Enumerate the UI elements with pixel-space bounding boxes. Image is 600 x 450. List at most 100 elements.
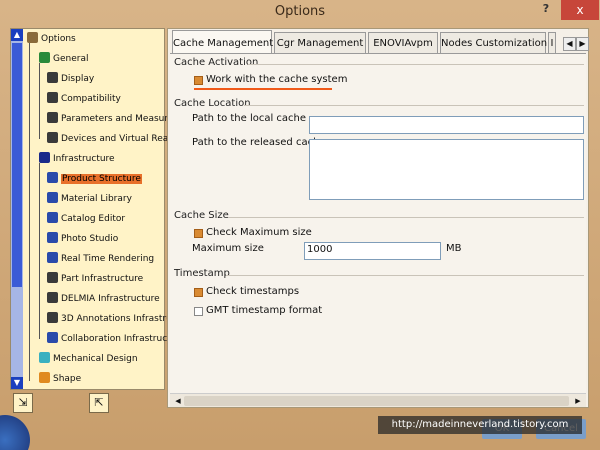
section-cache-size: Cache Size <box>174 210 229 221</box>
tab-cgr-management[interactable]: Cgr Management <box>274 32 366 54</box>
tree-item[interactable]: Options <box>27 31 76 47</box>
tree-item-label: DELMIA Infrastructure <box>61 294 160 304</box>
tree-connector <box>39 163 40 339</box>
decoration <box>0 415 30 450</box>
section-divider <box>226 275 584 276</box>
tree-item[interactable]: Shape <box>39 371 81 387</box>
tab-cache-management[interactable]: Cache Management <box>172 30 273 54</box>
tree-item[interactable]: Catalog Editor <box>47 211 125 227</box>
tree-item-label: Display <box>61 74 95 84</box>
work-with-cache-label: Work with the cache system <box>206 74 348 85</box>
tree-connector <box>29 43 30 381</box>
tree-item-label: Parameters and Measure <box>61 114 174 124</box>
compatibility-icon <box>47 92 58 103</box>
section-cache-location: Cache Location <box>174 98 251 109</box>
tree-item[interactable]: Devices and Virtual Reali <box>47 131 173 147</box>
tree-item[interactable]: General <box>39 51 88 67</box>
work-with-cache-checkbox[interactable] <box>194 76 203 85</box>
section-divider <box>248 64 584 65</box>
tree-item-label: Devices and Virtual Reali <box>61 134 174 144</box>
options-icon <box>27 32 38 43</box>
released-cache-input[interactable] <box>309 139 584 200</box>
export-settings-icon[interactable]: ⇲ <box>13 393 33 413</box>
tree-item-label: Product Structure <box>61 174 142 184</box>
section-timestamp: Timestamp <box>174 268 230 279</box>
tree-item[interactable]: 3D Annotations Infrastru <box>47 311 172 327</box>
horizontal-scroll-thumb[interactable] <box>184 396 569 406</box>
display-icon <box>47 72 58 83</box>
scroll-right-icon[interactable]: ▶ <box>573 396 583 406</box>
check-timestamps-label: Check timestamps <box>206 286 300 297</box>
photo-studio-icon <box>47 232 58 243</box>
tree-item[interactable]: Parameters and Measure <box>47 111 173 127</box>
tree-item-label: Real Time Rendering <box>61 254 155 264</box>
help-button[interactable]: ? <box>538 2 554 18</box>
tab-overflow[interactable]: I <box>548 32 556 54</box>
tree-item-label: Compatibility <box>61 94 121 104</box>
pane-horizontal-scrollbar[interactable]: ◀ ▶ <box>170 393 586 407</box>
tree-item-label: Material Library <box>61 194 132 204</box>
import-settings-icon[interactable]: ⇱ <box>89 393 109 413</box>
scroll-left-icon[interactable]: ◀ <box>173 396 183 406</box>
part-infrastructure-icon <box>47 272 58 283</box>
local-cache-label: Path to the local cache <box>192 113 307 124</box>
tree-item[interactable]: Material Library <box>47 191 132 207</box>
tree-item[interactable]: Compatibility <box>47 91 121 107</box>
highlight-underline <box>194 88 332 90</box>
general-icon <box>39 52 50 63</box>
watermark: http://madeinneverland.tistory.com <box>378 416 582 434</box>
tree-connector <box>39 63 40 139</box>
tree-item-label: General <box>53 54 89 64</box>
tree-item[interactable]: Product Structure <box>47 171 142 187</box>
tree-item-label: Catalog Editor <box>61 214 126 224</box>
tree-item[interactable]: Photo Studio <box>47 231 118 247</box>
tree-item[interactable]: DELMIA Infrastructure <box>47 291 160 307</box>
options-tree: ▲ ▼ Options General Display Compatibility Pa… <box>10 28 176 390</box>
tree-item[interactable]: Mechanical Design <box>39 351 138 367</box>
tree-item-label: Photo Studio <box>61 234 119 244</box>
tree-item[interactable]: Display <box>47 71 94 87</box>
tree-item[interactable]: Collaboration Infrastructu <box>47 331 176 347</box>
tree-item-label: Part Infrastructure <box>61 274 144 284</box>
local-cache-input[interactable] <box>309 116 584 134</box>
settings-panel: Cache Management Cgr Management ENOVIAvp… <box>167 28 589 408</box>
collaboration-icon <box>47 332 58 343</box>
gmt-format-label: GMT timestamp format <box>206 305 323 316</box>
tab-nodes-customization[interactable]: Nodes Customization <box>440 32 547 54</box>
tab-enoviavpm[interactable]: ENOVIAvpm <box>368 32 438 54</box>
infrastructure-icon <box>39 152 50 163</box>
tree-item-label: Collaboration Infrastructu <box>61 334 177 344</box>
product-structure-icon <box>47 172 58 183</box>
tree-item[interactable]: Infrastructure <box>39 151 115 167</box>
tab-scroll-right-icon[interactable]: ▶ <box>576 37 589 51</box>
check-timestamps-checkbox[interactable] <box>194 288 203 297</box>
catalog-editor-icon <box>47 212 58 223</box>
scroll-thumb[interactable] <box>12 43 22 287</box>
scroll-down-icon[interactable]: ▼ <box>11 377 23 389</box>
material-library-icon <box>47 192 58 203</box>
max-size-label: Maximum size <box>192 243 264 254</box>
cache-management-pane: Cache Activation Work with the cache sys… <box>170 53 586 407</box>
annotations-icon <box>47 312 58 323</box>
tree-item-label: 3D Annotations Infrastru <box>61 314 172 324</box>
check-max-size-checkbox[interactable] <box>194 229 203 238</box>
real-time-rendering-icon <box>47 252 58 263</box>
max-size-input[interactable]: 1000 <box>304 242 441 260</box>
check-max-size-label: Check Maximum size <box>206 227 312 238</box>
max-size-unit: MB <box>446 243 462 254</box>
shape-icon <box>39 372 50 383</box>
tab-scroll-left-icon[interactable]: ◀ <box>563 37 576 51</box>
released-cache-label: Path to the released cache <box>192 137 326 148</box>
devices-icon <box>47 132 58 143</box>
tree-item[interactable]: Part Infrastructure <box>47 271 143 287</box>
tree-item[interactable]: Real Time Rendering <box>47 251 154 267</box>
tree-item-label: Shape <box>53 374 82 384</box>
mechanical-design-icon <box>39 352 50 363</box>
close-button[interactable]: x <box>561 0 599 20</box>
section-cache-activation: Cache Activation <box>174 57 259 68</box>
options-window: Options ? x ▲ ▼ Options General Display Com… <box>0 0 600 450</box>
tree-scrollbar[interactable]: ▲ ▼ <box>11 29 23 389</box>
scroll-up-icon[interactable]: ▲ <box>11 29 23 41</box>
gmt-format-checkbox[interactable] <box>194 307 203 316</box>
tree-item-label: Mechanical Design <box>53 354 138 364</box>
